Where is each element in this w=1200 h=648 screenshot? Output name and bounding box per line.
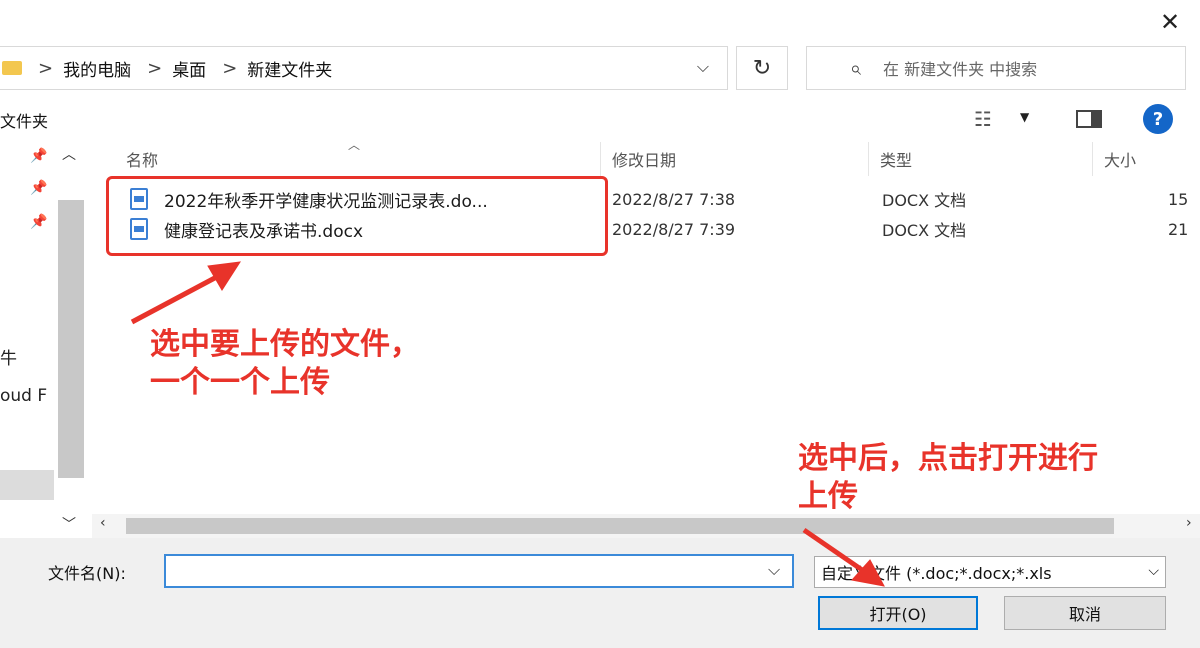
pin-icon[interactable]: 📌: [30, 148, 47, 164]
chevron-down-icon[interactable]: ⌵: [697, 57, 709, 77]
column-divider[interactable]: [868, 142, 869, 176]
breadcrumb-separator: >: [147, 57, 163, 79]
file-type-filter-value: 自定义文件 (*.doc;*.docx;*.xls: [821, 564, 1052, 583]
horizontal-scroll-thumb[interactable]: [126, 518, 1114, 534]
filename-input[interactable]: [164, 554, 794, 588]
filename-label: 文件名(N):: [48, 564, 126, 583]
chevron-down-icon: ⌵: [1148, 563, 1159, 579]
nav-scroll-thumb[interactable]: [58, 200, 84, 478]
new-folder-button[interactable]: 文件夹: [0, 108, 48, 132]
annotation-line: 选中后，点击打开进行: [798, 441, 1098, 476]
breadcrumb-item-computer[interactable]: 我的电脑: [63, 56, 131, 81]
column-header-type[interactable]: 类型: [880, 142, 912, 176]
scroll-down-icon[interactable]: ﹀: [62, 514, 76, 534]
column-divider[interactable]: [1092, 142, 1093, 176]
filename-dropdown-icon[interactable]: ⌵: [768, 560, 780, 580]
column-header-size[interactable]: 大小: [1104, 142, 1136, 176]
search-box[interactable]: ⌕ 在 新建文件夹 中搜索: [806, 46, 1186, 90]
nav-item-partial[interactable]: 牛: [0, 344, 17, 369]
file-type: DOCX 文档: [882, 191, 967, 210]
breadcrumb-separator: >: [222, 57, 238, 79]
file-size: 21: [1168, 219, 1189, 239]
search-placeholder: 在 新建文件夹 中搜索: [883, 60, 1038, 79]
view-options-icon[interactable]: ☷: [974, 107, 992, 131]
sort-ascending-icon: ︿: [348, 138, 361, 152]
help-icon[interactable]: ?: [1143, 104, 1173, 134]
search-icon: ⌕: [849, 56, 861, 80]
preview-pane-icon[interactable]: [1076, 110, 1102, 128]
annotation-select-text: 选中要上传的文件， 一个一个上传: [150, 326, 420, 402]
annotation-highlight-box: [106, 176, 608, 256]
horizontal-scrollbar[interactable]: ‹ ›: [92, 514, 1200, 538]
pin-icon[interactable]: 📌: [30, 214, 47, 230]
open-button[interactable]: 打开(O): [818, 596, 978, 630]
view-dropdown-icon[interactable]: ▼: [1020, 110, 1029, 124]
scroll-up-icon[interactable]: ︿: [62, 144, 76, 164]
refresh-icon: ↻: [752, 55, 772, 81]
annotation-arrow-to-files: [130, 269, 228, 325]
file-type-filter[interactable]: 自定义文件 (*.doc;*.docx;*.xls ⌵: [814, 556, 1166, 588]
column-divider[interactable]: [600, 142, 601, 176]
annotation-arrowhead: [207, 261, 241, 291]
scroll-right-icon[interactable]: ›: [1186, 515, 1192, 531]
nav-scrollbar[interactable]: ︿ ﹀: [56, 140, 86, 538]
cancel-button[interactable]: 取消: [1004, 596, 1166, 630]
breadcrumb-item-new-folder[interactable]: 新建文件夹: [247, 56, 332, 81]
column-header-modified[interactable]: 修改日期: [612, 142, 676, 176]
refresh-button[interactable]: ↻: [736, 46, 788, 90]
annotation-line: 选中要上传的文件，: [150, 327, 420, 362]
file-modified: 2022/8/27 7:39: [612, 219, 736, 239]
nav-selected-item[interactable]: [0, 470, 54, 500]
scroll-left-icon[interactable]: ‹: [100, 515, 106, 531]
breadcrumb-separator: >: [38, 57, 54, 79]
address-bar[interactable]: > 我的电脑 > 桌面 > 新建文件夹 ⌵: [0, 46, 728, 90]
nav-item-cloud[interactable]: oud F: [0, 386, 47, 406]
breadcrumb-item-desktop[interactable]: 桌面: [172, 56, 206, 81]
annotation-line: 上传: [798, 479, 858, 514]
file-modified: 2022/8/27 7:38: [612, 189, 736, 209]
annotation-line: 一个一个上传: [150, 365, 330, 400]
file-size: 15: [1168, 189, 1189, 209]
column-header-name[interactable]: 名称: [126, 142, 158, 176]
folder-icon: [2, 61, 22, 75]
pin-icon[interactable]: 📌: [30, 180, 47, 196]
close-button[interactable]: ✕: [1150, 6, 1190, 38]
file-type: DOCX 文档: [882, 221, 967, 240]
annotation-open-text: 选中后，点击打开进行 上传: [798, 440, 1098, 516]
